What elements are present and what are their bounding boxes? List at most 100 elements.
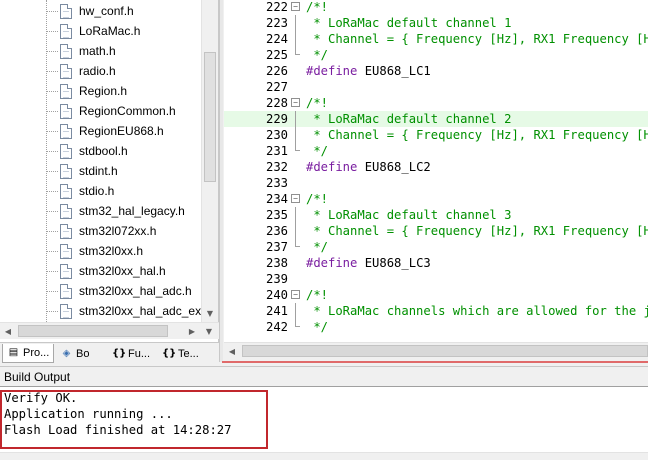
output-horizontal-scrollbar[interactable] xyxy=(0,452,648,460)
file-tree-item[interactable]: stm32l0xx.h xyxy=(46,241,143,261)
line-number: 232 xyxy=(265,160,288,174)
line-number: 240 xyxy=(265,288,288,302)
file-name-label: stm32l0xx.h xyxy=(79,244,144,258)
code-line[interactable]: 224 * Channel = { Frequency [Hz], RX1 Fr… xyxy=(224,31,648,47)
fold-guide-line xyxy=(295,31,296,47)
file-tree-item[interactable]: LoRaMac.h xyxy=(46,21,140,41)
fold-marker[interactable]: − xyxy=(291,287,301,303)
line-number: 238 xyxy=(265,256,288,270)
file-tree-item[interactable]: math.h xyxy=(46,41,116,61)
file-tree-item[interactable]: hw_conf.h xyxy=(46,1,134,21)
comment-text: /*! xyxy=(306,0,329,14)
file-tree-item[interactable]: stm32l0xx_hal.h xyxy=(46,261,166,281)
code-line[interactable]: 225 */ xyxy=(224,47,648,63)
collapse-icon[interactable]: − xyxy=(291,98,300,107)
code-line[interactable]: 222−/*! xyxy=(224,0,648,15)
collapse-icon[interactable]: − xyxy=(291,2,300,11)
tree-branch-line xyxy=(46,150,58,152)
code-line[interactable]: 237 */ xyxy=(224,239,648,255)
fold-guide-line xyxy=(295,223,296,239)
tab-templates[interactable]: {} Te... xyxy=(158,344,203,363)
pane-splitter[interactable] xyxy=(219,0,223,362)
build-output-window[interactable]: Verify OK. Application running ... Flash… xyxy=(0,386,648,460)
file-tree-item[interactable]: RegionEU868.h xyxy=(46,121,164,141)
scroll-left-icon[interactable]: ◀ xyxy=(0,323,16,339)
code-text: */ xyxy=(306,143,328,159)
fold-marker xyxy=(291,143,301,159)
file-tree-item[interactable]: stdbool.h xyxy=(46,141,128,161)
collapse-icon[interactable]: − xyxy=(291,290,300,299)
comment-text: */ xyxy=(306,144,329,158)
file-tree-item[interactable]: radio.h xyxy=(46,61,116,81)
line-number: 228 xyxy=(265,96,288,110)
tab-label: Te... xyxy=(178,347,199,360)
file-tree-item[interactable]: Region.h xyxy=(46,81,127,101)
tree-horizontal-scrollbar[interactable]: ◀ ▶ ▼ xyxy=(0,322,219,339)
header-file-icon xyxy=(60,23,72,39)
code-line[interactable]: 233 xyxy=(224,175,648,191)
comment-text: * LoRaMac default channel 3 xyxy=(306,208,512,222)
books-icon: ◈ xyxy=(62,347,71,359)
code-line[interactable]: 226 #define EU868_LC1 xyxy=(224,63,648,79)
file-tree-item[interactable]: stm32l0xx_hal_adc.h xyxy=(46,281,192,301)
file-tree-item[interactable]: stdio.h xyxy=(46,181,114,201)
tab-label: Fu... xyxy=(128,347,151,360)
code-line[interactable]: 229 * LoRaMac default channel 2 xyxy=(224,111,648,127)
tree-branch-line xyxy=(46,230,58,232)
code-line[interactable]: 235 * LoRaMac default channel 3 xyxy=(224,207,648,223)
scroll-down-icon[interactable]: ▼ xyxy=(202,305,218,321)
fold-marker[interactable]: − xyxy=(291,191,301,207)
code-line[interactable]: 238 #define EU868_LC3 xyxy=(224,255,648,271)
tree-branch-line xyxy=(46,90,58,92)
tree-vertical-scroll-thumb[interactable] xyxy=(204,52,216,182)
code-line[interactable]: 231 */ xyxy=(224,143,648,159)
build-output-header: Build Output xyxy=(0,366,648,386)
scroll-left-icon[interactable]: ◀ xyxy=(224,343,240,359)
fold-guide-line xyxy=(295,111,296,127)
scroll-down-icon[interactable]: ▼ xyxy=(201,323,217,339)
code-line[interactable]: 227 xyxy=(224,79,648,95)
code-text: #define EU868_LC3 xyxy=(306,255,431,271)
scroll-right-icon[interactable]: ▶ xyxy=(184,323,200,339)
tree-horizontal-scroll-thumb[interactable] xyxy=(18,325,168,337)
code-editor[interactable]: 222−/*! 223 * LoRaMac default channel 1 22… xyxy=(224,0,648,342)
fold-marker xyxy=(291,79,301,95)
editor-horizontal-scroll-thumb[interactable] xyxy=(242,345,648,357)
window-edge-line xyxy=(222,361,648,363)
fold-marker[interactable]: − xyxy=(291,0,301,15)
file-name-label: LoRaMac.h xyxy=(79,24,141,38)
code-line[interactable]: 239 xyxy=(224,271,648,287)
fold-marker[interactable]: − xyxy=(291,95,301,111)
file-tree-item[interactable]: stm32_hal_legacy.h xyxy=(46,201,185,221)
tab-project[interactable]: ▤ Pro... xyxy=(2,344,55,363)
fold-guide-line xyxy=(295,207,296,223)
tab-books[interactable]: ◈ Bo xyxy=(56,344,93,363)
line-number: 241 xyxy=(265,304,288,318)
code-text: * LoRaMac default channel 2 xyxy=(306,111,511,127)
collapse-icon[interactable]: − xyxy=(291,194,300,203)
tree-branch-line xyxy=(46,110,58,112)
code-line[interactable]: 232 #define EU868_LC2 xyxy=(224,159,648,175)
file-tree-item[interactable]: stm32l0xx_hal_adc_ex.h xyxy=(46,301,201,321)
code-line[interactable]: 241 * LoRaMac channels which are allowed… xyxy=(224,303,648,319)
code-line[interactable]: 223 * LoRaMac default channel 1 xyxy=(224,15,648,31)
preprocessor-keyword: #define xyxy=(306,256,358,270)
code-text: */ xyxy=(306,239,328,255)
file-tree-item[interactable]: RegionCommon.h xyxy=(46,101,176,121)
file-tree-item[interactable]: stdint.h xyxy=(46,161,118,181)
fold-marker xyxy=(291,111,301,127)
code-line[interactable]: 234−/*! xyxy=(224,191,648,207)
header-file-icon xyxy=(60,283,72,299)
fold-end-line xyxy=(295,239,300,247)
code-line[interactable]: 240−/*! xyxy=(224,287,648,303)
editor-horizontal-scrollbar[interactable]: ◀ xyxy=(224,342,648,359)
code-line[interactable]: 242 */ xyxy=(224,319,648,335)
code-text: * LoRaMac default channel 3 xyxy=(306,207,511,223)
tab-functions[interactable]: {} Fu... xyxy=(108,344,154,363)
file-tree-item[interactable]: stm32l072xx.h xyxy=(46,221,156,241)
header-file-icon xyxy=(60,103,72,119)
tree-vertical-scrollbar[interactable]: ▼ xyxy=(201,0,218,322)
code-line[interactable]: 230 * Channel = { Frequency [Hz], RX1 Fr… xyxy=(224,127,648,143)
code-line[interactable]: 228−/*! xyxy=(224,95,648,111)
code-line[interactable]: 236 * Channel = { Frequency [Hz], RX1 Fr… xyxy=(224,223,648,239)
